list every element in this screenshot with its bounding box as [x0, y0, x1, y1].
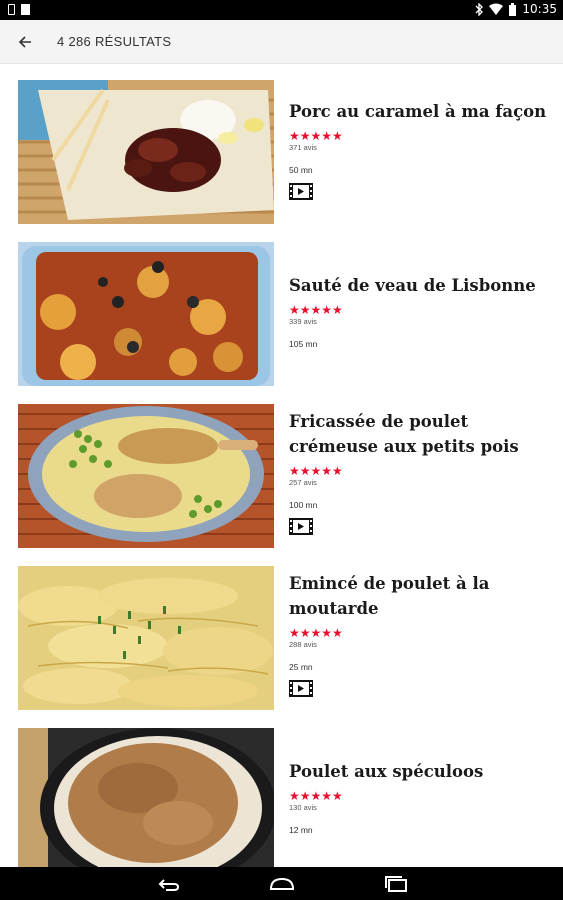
nav-back-button[interactable] [148, 873, 188, 895]
nav-home-icon [269, 877, 295, 890]
reviews-count: 288 avis [289, 640, 317, 649]
notification-icon [21, 4, 30, 15]
recipe-title: Fricassée de poulet crémeuse aux petits … [289, 412, 519, 456]
notification-icons [8, 4, 30, 15]
battery-icon [509, 2, 517, 16]
nav-back-icon [158, 879, 180, 891]
prep-time: 25 mn [289, 662, 313, 672]
nav-recents-button[interactable] [376, 873, 416, 895]
system-nav-bar [0, 867, 563, 900]
rating-stars: ★★★★★ [289, 303, 343, 317]
prep-time: 100 mn [289, 500, 318, 510]
recipe-list[interactable]: Porc au caramel à ma façon ★★★★★ 371 avi… [0, 64, 563, 867]
recipe-image-veal-saute [18, 242, 274, 386]
nav-recents-icon [385, 876, 407, 892]
reviews-count: 257 avis [289, 478, 317, 487]
reviews-count: 130 avis [289, 803, 317, 812]
rating-stars: ★★★★★ [289, 789, 343, 803]
recipe-image-caramel-pork [18, 80, 274, 224]
recipe-item[interactable]: Porc au caramel à ma façon ★★★★★ 371 avi… [18, 80, 548, 224]
recipe-info: Emincé de poulet à la moutarde ★★★★★ 288… [289, 566, 551, 702]
rating-stars: ★★★★★ [289, 464, 343, 478]
film-icon [289, 183, 313, 200]
arrow-left-icon [18, 36, 31, 48]
recipe-title: Poulet aux spéculoos [289, 762, 484, 781]
prep-time: 105 mn [289, 339, 318, 349]
recipe-image-chicken-fricassee [18, 404, 274, 548]
prep-time: 50 mn [289, 165, 313, 175]
results-count: 4 286 RÉSULTATS [57, 34, 172, 49]
app-bar: 4 286 RÉSULTATS [0, 20, 563, 64]
recipe-info: Sauté de veau de Lisbonne ★★★★★ 339 avis… [289, 242, 551, 349]
recipe-info: Poulet aux spéculoos ★★★★★ 130 avis 12 m… [289, 728, 551, 835]
rating-stars: ★★★★★ [289, 129, 343, 143]
notification-icon [8, 4, 15, 15]
recipe-image-chicken-mustard [18, 566, 274, 710]
back-button[interactable] [12, 30, 38, 54]
prep-time: 12 mn [289, 825, 313, 835]
system-status: 10:35 [475, 2, 557, 16]
nav-home-button[interactable] [262, 873, 302, 895]
recipe-item[interactable]: Fricassée de poulet crémeuse aux petits … [18, 404, 548, 548]
recipe-info: Fricassée de poulet crémeuse aux petits … [289, 404, 551, 540]
clock: 10:35 [522, 2, 557, 16]
bluetooth-icon [475, 2, 484, 16]
reviews-count: 371 avis [289, 143, 317, 152]
reviews-count: 339 avis [289, 317, 317, 326]
recipe-title: Emincé de poulet à la moutarde [289, 574, 490, 618]
recipe-item[interactable]: Sauté de veau de Lisbonne ★★★★★ 339 avis… [18, 242, 548, 386]
recipe-item[interactable]: Emincé de poulet à la moutarde ★★★★★ 288… [18, 566, 548, 710]
film-icon [289, 518, 313, 535]
film-icon [289, 680, 313, 697]
rating-stars: ★★★★★ [289, 626, 343, 640]
recipe-title: Porc au caramel à ma façon [289, 102, 547, 121]
recipe-info: Porc au caramel à ma façon ★★★★★ 371 avi… [289, 80, 551, 205]
recipe-item[interactable]: Poulet aux spéculoos ★★★★★ 130 avis 12 m… [18, 728, 548, 867]
recipe-image-chicken-speculoos [18, 728, 274, 867]
recipe-title: Sauté de veau de Lisbonne [289, 276, 536, 295]
wifi-icon [489, 3, 504, 15]
status-bar: 10:35 [0, 0, 563, 20]
